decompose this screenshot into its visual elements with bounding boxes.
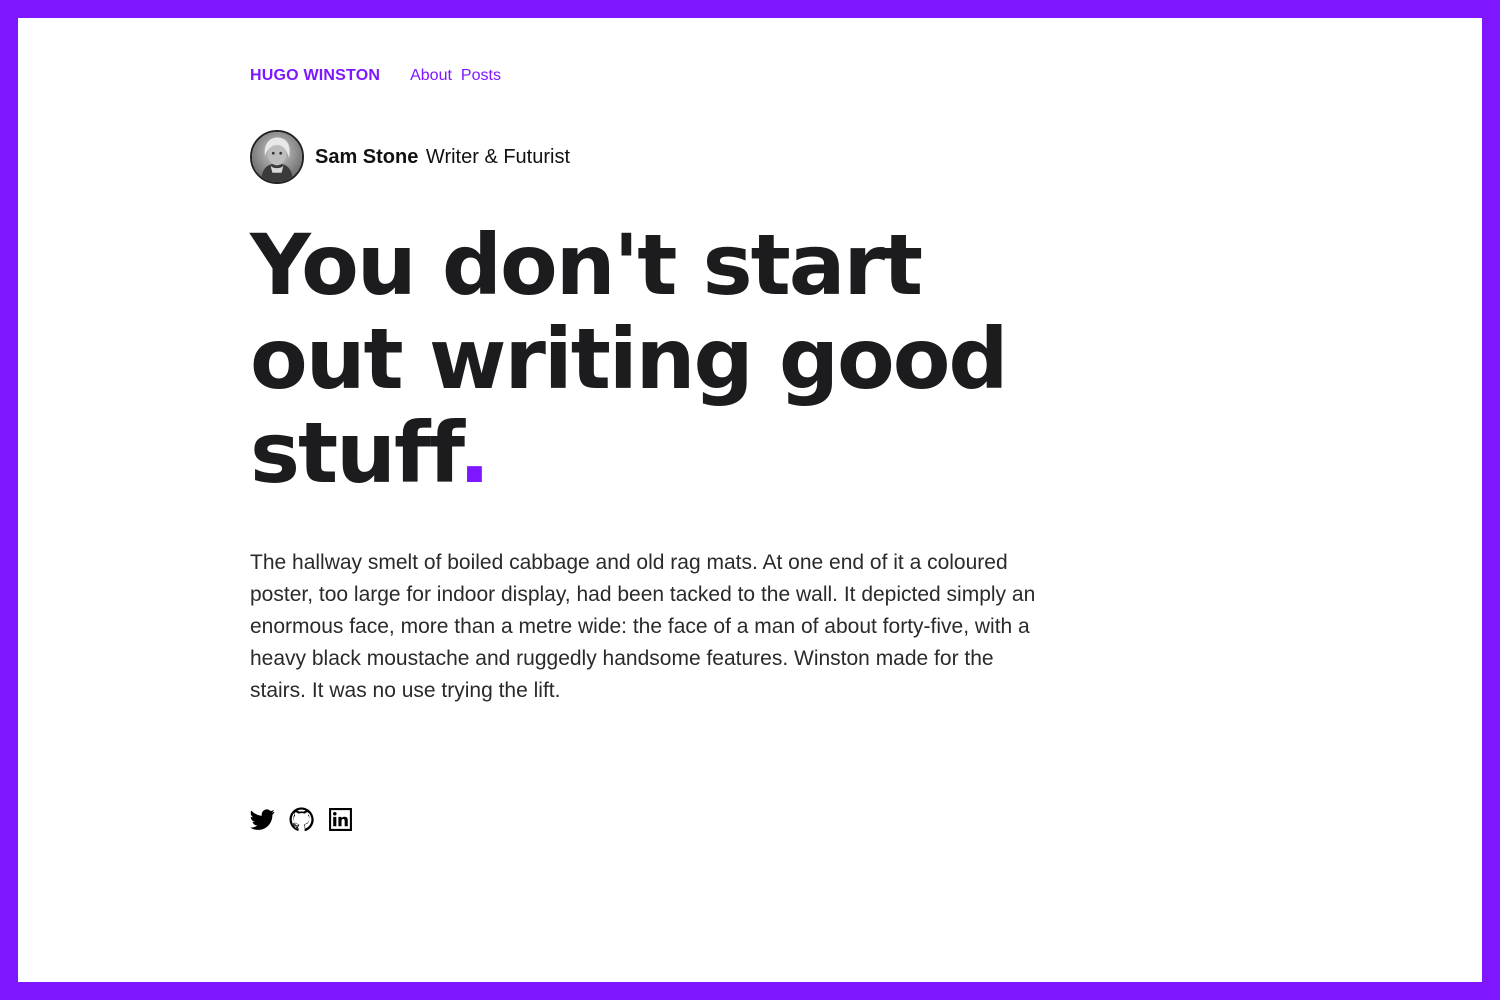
nav-link-posts[interactable]: Posts [461, 67, 501, 85]
headline-accent-dot: . [458, 404, 490, 502]
top-nav: HUGO WINSTON About Posts [250, 67, 501, 85]
github-link[interactable] [289, 807, 314, 832]
nav-link-about[interactable]: About [410, 67, 452, 85]
social-links [250, 807, 353, 832]
author-text: Sam Stone Writer & Futurist [315, 146, 570, 169]
site-brand-link[interactable]: HUGO WINSTON [250, 67, 380, 85]
headline-text: You don't start out writing good stuff [250, 216, 1009, 502]
intro-paragraph: The hallway smelt of boiled cabbage and … [250, 551, 1036, 702]
avatar [250, 130, 304, 184]
linkedin-link[interactable] [328, 807, 353, 832]
author-name: Sam Stone [315, 145, 419, 168]
avatar-photo-icon [252, 132, 302, 182]
linkedin-icon [329, 808, 352, 831]
author-byline: Sam Stone Writer & Futurist [250, 130, 570, 184]
twitter-icon [250, 809, 275, 830]
author-role: Writer & Futurist [425, 145, 571, 168]
page-frame: HUGO WINSTON About Posts Sam Stone Write… [18, 18, 1482, 982]
twitter-link[interactable] [250, 807, 275, 832]
page-headline: You don't start out writing good stuff. [250, 218, 1070, 500]
github-icon [289, 807, 314, 832]
nav-links: About Posts [410, 67, 501, 85]
